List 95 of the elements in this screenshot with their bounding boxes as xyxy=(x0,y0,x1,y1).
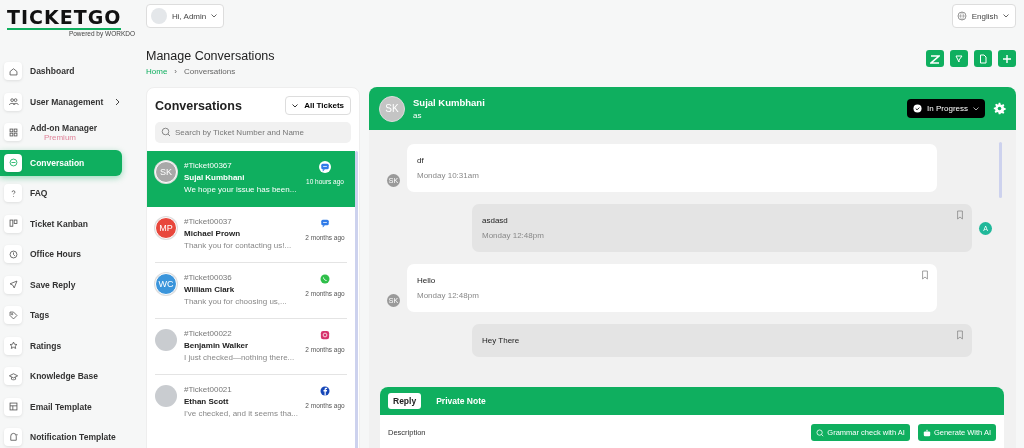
search-field[interactable]: Search by Ticket Number and Name xyxy=(155,122,351,143)
sidebar-item-icon xyxy=(4,336,22,355)
sidebar-item-icon xyxy=(4,123,22,141)
sidebar-item[interactable]: Tags xyxy=(0,302,122,328)
filter-button[interactable] xyxy=(950,50,968,67)
message-text: asdasd xyxy=(482,216,509,225)
robot-icon xyxy=(922,428,931,437)
avatar: SK xyxy=(155,161,177,183)
sidebar-item-icon xyxy=(4,245,22,263)
scrollbar[interactable] xyxy=(999,142,1002,198)
funnel-icon xyxy=(954,53,964,64)
logo: TICKETGO xyxy=(7,6,122,30)
sidebar-item-icon xyxy=(4,92,22,111)
file-button[interactable] xyxy=(974,50,992,67)
customer-name: Ethan Scott xyxy=(184,397,230,406)
customer-name: Sujal Kumbhani xyxy=(184,173,246,182)
sidebar-item-icon xyxy=(4,275,22,294)
ticket-number: #Ticket00367 xyxy=(184,161,233,170)
status-dropdown[interactable]: In Progress xyxy=(907,99,985,118)
z-logo-icon xyxy=(930,53,940,64)
chat-bubble-icon xyxy=(319,217,331,229)
photo-placeholder xyxy=(155,329,177,351)
premium-label: Premium xyxy=(43,132,76,142)
avatar: SK xyxy=(379,95,405,122)
sidebar-item[interactable]: FAQ xyxy=(0,180,122,206)
file-icon xyxy=(978,53,988,64)
message-preview: I've checked, and it seems tha... xyxy=(184,409,296,418)
reply-tab[interactable]: Reply xyxy=(388,393,422,409)
panel-title: Conversations xyxy=(155,98,242,113)
z-logo-button[interactable] xyxy=(926,50,944,67)
add-button[interactable] xyxy=(998,50,1016,67)
sidebar-item-icon xyxy=(4,397,22,416)
photo-placeholder xyxy=(155,385,177,407)
language-button[interactable]: English xyxy=(951,4,1016,28)
sidebar-item[interactable]: Office Hours xyxy=(0,241,122,267)
sidebar-item-icon xyxy=(4,306,22,324)
message-text: Hey There xyxy=(482,336,521,345)
sidebar-item-icon xyxy=(4,62,22,80)
bookmark-icon[interactable] xyxy=(921,270,929,280)
plus-icon xyxy=(1002,53,1012,64)
sidebar-item[interactable]: Notification Template xyxy=(0,424,122,448)
customer-name: Benjamin Walker xyxy=(184,341,250,350)
message-preview: Thank you for choosing us,... xyxy=(184,297,288,306)
sidebar-item[interactable]: User Management xyxy=(0,88,122,115)
caret-icon xyxy=(292,103,299,108)
globe-icon xyxy=(956,11,967,21)
customer-name: William Clark xyxy=(184,285,236,294)
scrollbar[interactable] xyxy=(355,151,358,448)
caret-icon xyxy=(973,106,979,111)
sidebar-item-icon xyxy=(4,214,22,233)
sidebar-item[interactable]: Ticket Kanban xyxy=(0,210,122,237)
sidebar-item-label: Add-on Manager xyxy=(30,122,98,133)
sidebar-item-icon xyxy=(4,367,22,385)
ticket-filter-dropdown[interactable]: All Tickets xyxy=(285,96,351,115)
settings-icon[interactable] xyxy=(993,102,1006,115)
sidebar-item-icon xyxy=(4,153,22,172)
avatar: MP xyxy=(155,217,177,239)
caret-icon xyxy=(1003,14,1009,18)
sidebar-item[interactable]: Knowledge Base xyxy=(0,363,122,389)
instagram-icon xyxy=(319,329,331,341)
sidebar-item[interactable]: Ratings xyxy=(0,332,122,359)
user-avatar-icon xyxy=(151,8,167,24)
message-time: Monday 12:48pm xyxy=(482,231,545,240)
message-time: Monday 12:48pm xyxy=(417,291,480,300)
message-time: Monday 10:31am xyxy=(417,171,480,180)
bookmark-icon[interactable] xyxy=(956,330,964,340)
chat-bubble-icon xyxy=(319,161,331,173)
sidebar-item[interactable]: Dashboard xyxy=(0,58,122,84)
sidebar-item[interactable]: Save Reply xyxy=(0,271,122,298)
ticket-number: #Ticket00036 xyxy=(184,273,233,282)
facebook-icon xyxy=(319,385,331,397)
ticket-number: #Ticket00037 xyxy=(184,217,233,226)
contact-name: Sujal Kumbhani xyxy=(413,97,486,108)
message-text: Hello xyxy=(417,276,437,285)
sidebar-item[interactable]: Add-on Manager Premium xyxy=(0,119,122,145)
user-menu-button[interactable]: Hi, Admin xyxy=(146,4,225,28)
bookmark-icon[interactable] xyxy=(956,210,964,220)
breadcrumb-separator: › xyxy=(174,67,177,76)
search-icon xyxy=(816,428,825,437)
contact-subtitle: as xyxy=(413,111,423,120)
sidebar-item[interactable]: Email Template xyxy=(0,393,122,420)
message-preview: We hope your issue has been... xyxy=(184,185,296,194)
avatar: WC xyxy=(155,273,177,295)
message-preview: Thank you for contacting us!... xyxy=(184,241,293,250)
whatsapp-icon xyxy=(319,273,331,285)
ticket-number: #Ticket00022 xyxy=(184,329,233,338)
breadcrumb-current: Conversations xyxy=(184,67,236,76)
ticket-number: #Ticket00021 xyxy=(184,385,233,394)
check-circle-icon xyxy=(913,104,923,113)
customer-name: Michael Prown xyxy=(184,229,241,238)
message-preview: I just checked—nothing there... xyxy=(184,353,296,362)
caret-icon xyxy=(211,14,218,18)
page-title: Manage Conversations xyxy=(146,49,275,63)
message-text: df xyxy=(417,156,425,165)
sidebar-item-icon xyxy=(4,184,22,202)
